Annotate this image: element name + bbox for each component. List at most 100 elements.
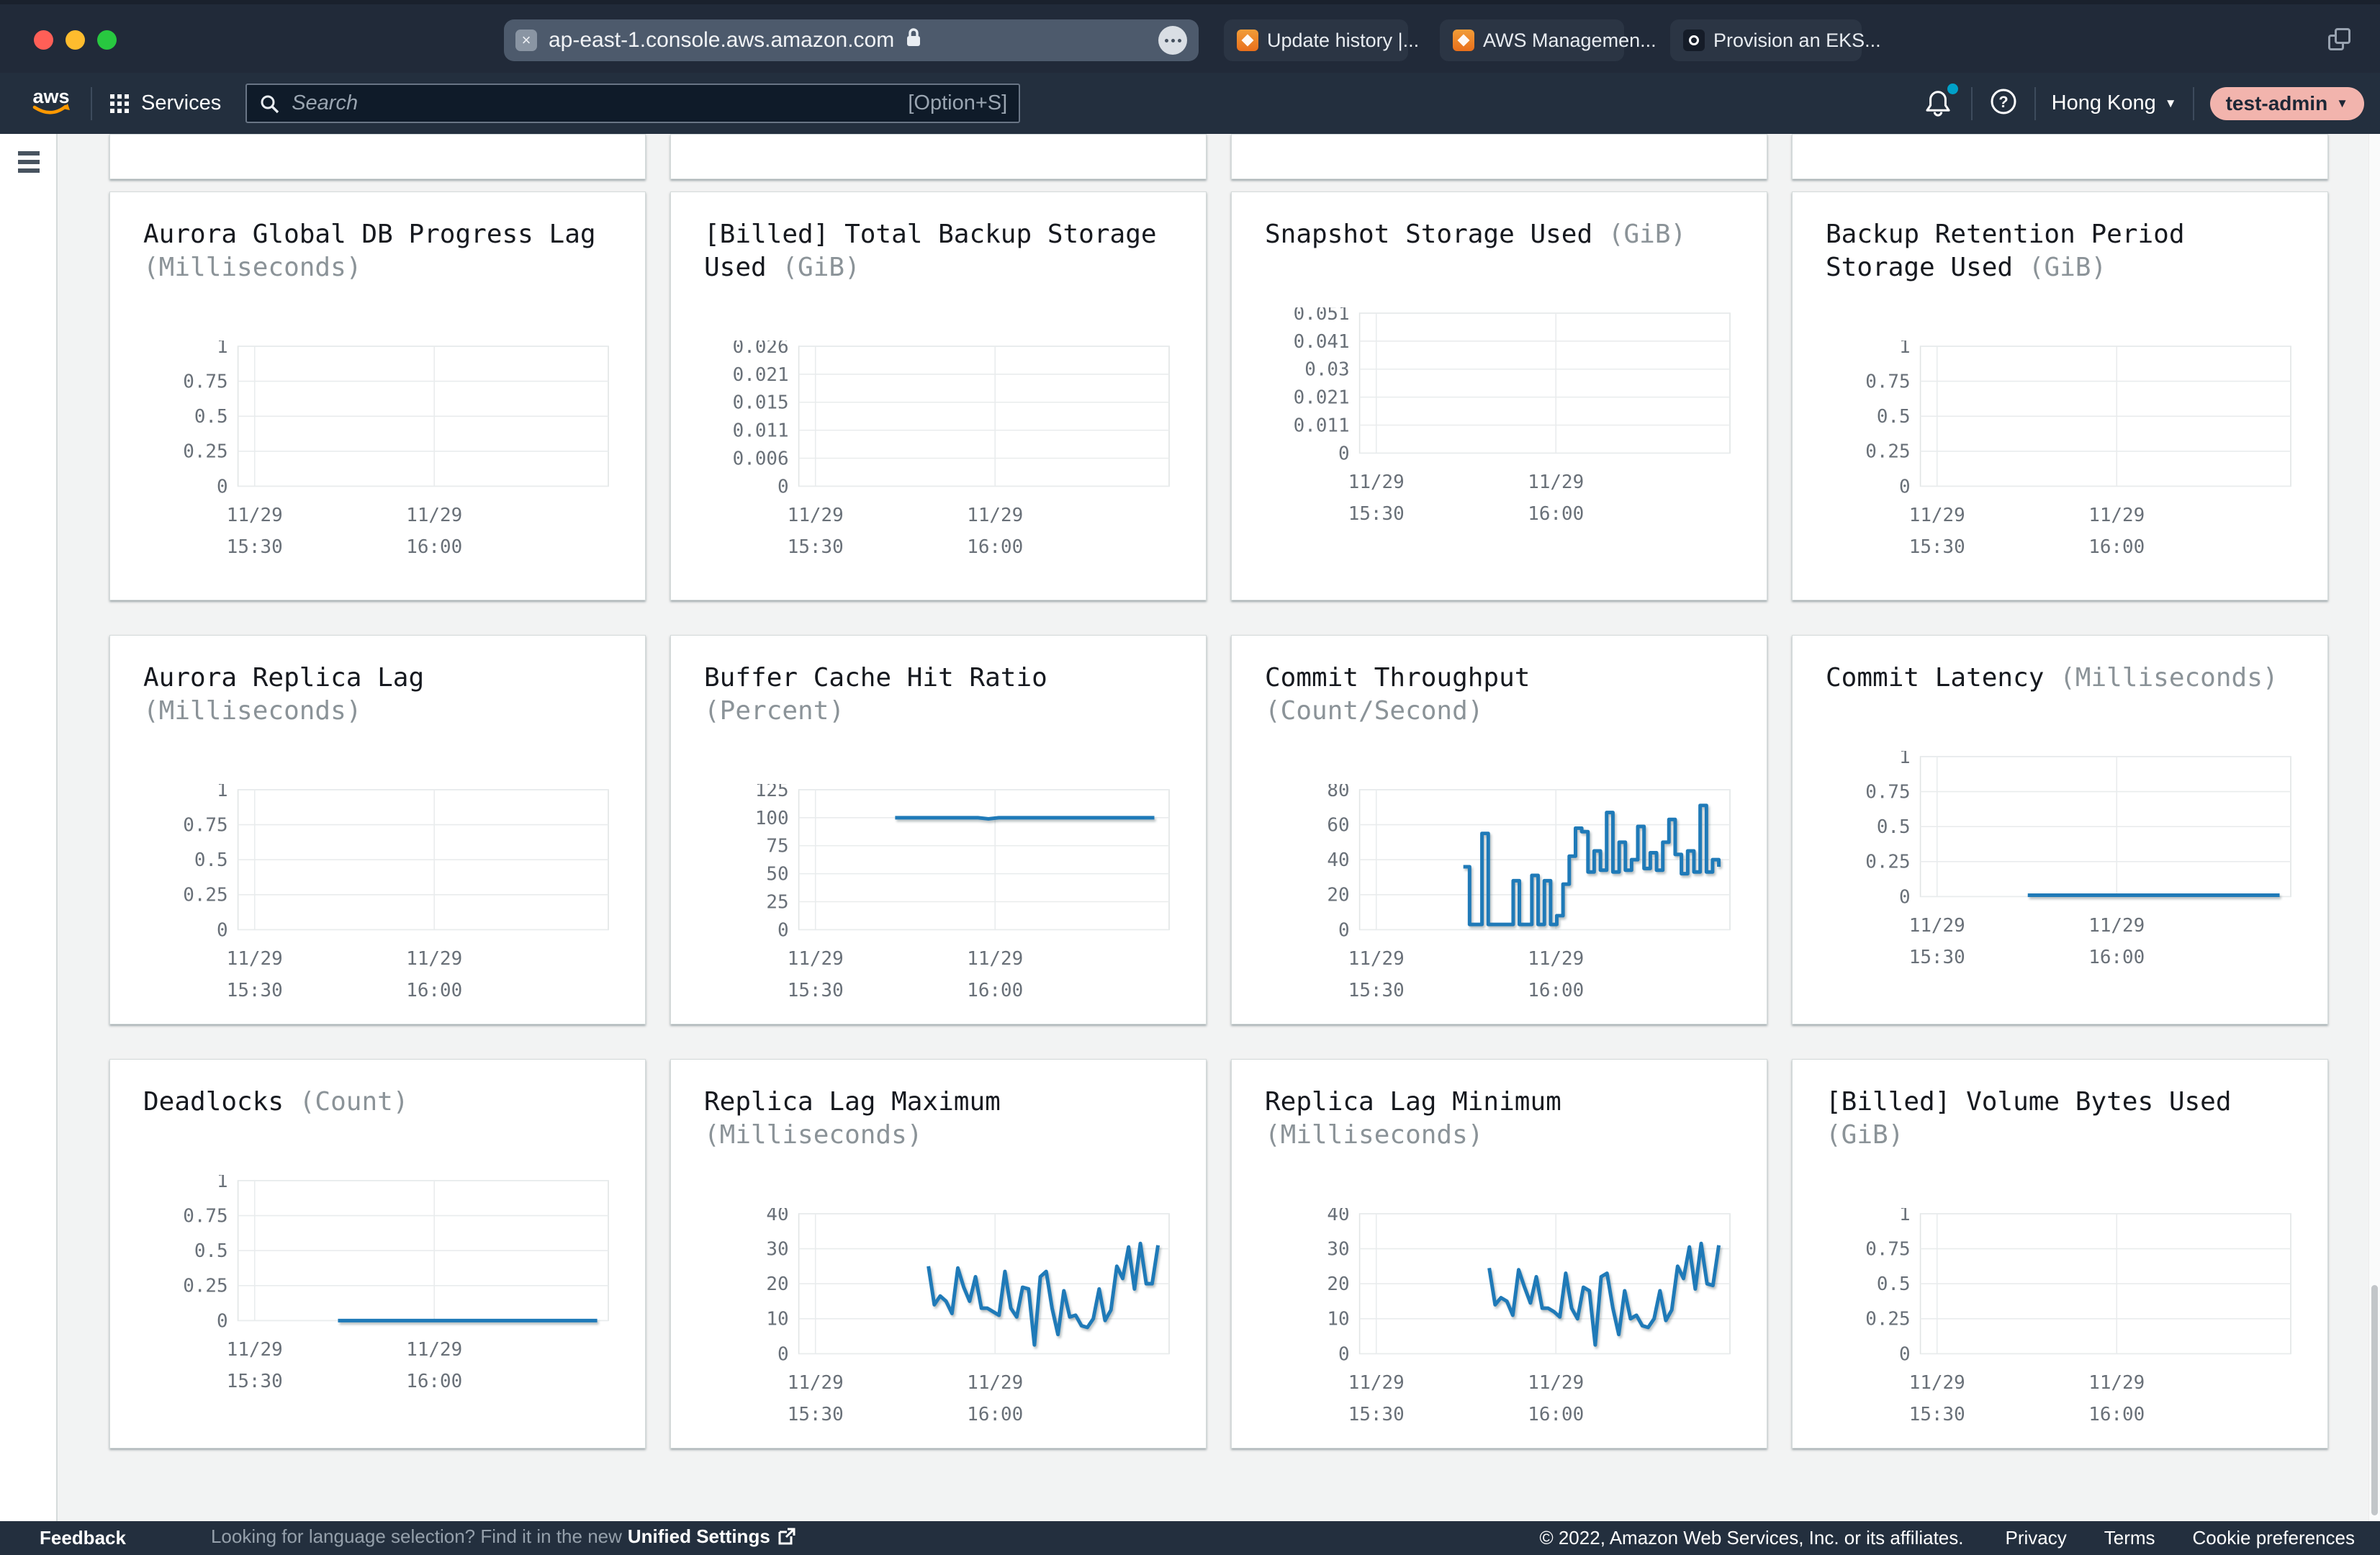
y-axis-tick-label: 0.75 (183, 1206, 227, 1227)
chart-title: Commit Throughput (Count/Second) (1265, 662, 1734, 728)
url-text: ap-east-1.console.aws.amazon.com (549, 28, 894, 53)
bookmark-label: Provision an EKS... (1713, 30, 1881, 52)
y-axis-tick-label: 1 (1899, 1208, 1911, 1225)
y-axis-tick-label: 0.03 (1304, 359, 1349, 381)
chart-card[interactable]: Commit Latency (Milliseconds) 10.750.50.… (1792, 635, 2328, 1024)
region-selector[interactable]: Hong Kong ▼ (2052, 91, 2177, 115)
bookmark-tab-aws-management[interactable]: AWS Managemen... (1440, 19, 1624, 61)
x-axis-tick-time: 15:30 (788, 536, 844, 558)
y-axis-tick-label: 0.021 (1294, 387, 1350, 409)
window-zoom-button[interactable] (97, 30, 117, 50)
chart-card-cutoff[interactable] (1231, 134, 1767, 179)
x-axis-tick-date: 11/29 (227, 948, 283, 970)
extensions-ellipsis-icon[interactable] (1158, 26, 1187, 55)
collapsed-sidebar (0, 134, 58, 1521)
x-axis-tick-time: 15:30 (1909, 536, 1965, 558)
chart-card[interactable]: Aurora Global DB Progress Lag (Milliseco… (109, 191, 646, 600)
x-axis-tick-date: 11/29 (406, 948, 462, 970)
window-close-button[interactable] (34, 30, 53, 50)
tab-overview-icon[interactable] (2328, 28, 2354, 54)
page-content: Aurora Global DB Progress Lag (Milliseco… (0, 134, 2380, 1521)
metric-line (1464, 806, 1719, 924)
help-button[interactable]: ? (1988, 86, 2019, 120)
y-axis-tick-label: 0.006 (733, 448, 789, 469)
address-bar[interactable]: × ap-east-1.console.aws.amazon.com (504, 19, 1199, 61)
metric-line (929, 1243, 1158, 1345)
y-axis-tick-label: 0.011 (1294, 415, 1350, 436)
scrollbar-track[interactable] (2368, 134, 2380, 1521)
header-divider (2193, 87, 2194, 120)
y-axis-tick-label: 10 (1327, 1309, 1349, 1330)
y-axis-tick-label: 0.75 (1865, 371, 1910, 393)
y-axis-tick-label: 1 (1899, 751, 1911, 768)
bookmark-tab-update-history[interactable]: Update history |... (1224, 19, 1408, 61)
chart-card-cutoff[interactable] (670, 134, 1207, 179)
chart-unit: (Milliseconds) (704, 1120, 922, 1150)
cookie-preferences-link[interactable]: Cookie preferences (2193, 1527, 2355, 1549)
x-axis-tick-time: 16:00 (2088, 1404, 2145, 1425)
chart-card[interactable]: Aurora Replica Lag (Milliseconds) 10.750… (109, 635, 646, 1024)
chevron-down-icon: ▼ (2165, 96, 2177, 111)
services-label: Services (141, 91, 221, 115)
y-axis-tick-label: 50 (766, 864, 788, 885)
chart-card[interactable]: Commit Throughput (Count/Second) 8060402… (1231, 635, 1767, 1024)
aws-logo[interactable]: aws (27, 86, 75, 121)
y-axis-tick-label: 0.75 (1865, 1239, 1910, 1261)
chart-plot: 40302010011/2915:3011/2916:00 (1265, 1208, 1734, 1430)
header-divider (1971, 87, 1973, 120)
x-axis-tick-time: 15:30 (1348, 1404, 1405, 1425)
bookmark-tab-provision-eks[interactable]: Provision an EKS... (1670, 19, 1862, 61)
y-axis-tick-label: 20 (1327, 1274, 1349, 1295)
chart-plot: 10.750.50.25011/2915:3011/2916:00 (1826, 341, 2294, 563)
search-input[interactable] (290, 91, 898, 116)
chart-card[interactable]: [Billed] Volume Bytes Used (GiB) 10.750.… (1792, 1059, 2328, 1448)
chart-unit: (Milliseconds) (143, 253, 361, 282)
chart-title-text: Commit Latency (1826, 663, 2060, 693)
search-box[interactable]: [Option+S] (245, 84, 1020, 123)
chart-unit: (Milliseconds) (1265, 1120, 1483, 1150)
notifications-bell-button[interactable] (1924, 88, 1955, 120)
chart-card[interactable]: Snapshot Storage Used (GiB) 0.0510.0410.… (1231, 191, 1767, 600)
y-axis-tick-label: 125 (755, 784, 789, 801)
chart-title-text: [Billed] Total Backup Storage Used (704, 220, 1157, 282)
unified-settings-link[interactable]: Unified Settings (628, 1525, 770, 1547)
y-axis-tick-label: 0.051 (1294, 307, 1350, 325)
privacy-link[interactable]: Privacy (2006, 1527, 2067, 1549)
chart-plot: 10.750.50.25011/2915:3011/2916:00 (1826, 1208, 2294, 1430)
x-axis-tick-time: 16:00 (406, 1371, 462, 1392)
terms-link[interactable]: Terms (2104, 1527, 2155, 1549)
hamburger-menu-icon[interactable] (18, 151, 40, 177)
feedback-link[interactable]: Feedback (40, 1527, 126, 1549)
services-menu-button[interactable]: Services (108, 91, 221, 115)
y-axis-tick-label: 0 (777, 919, 789, 941)
chart-title: Aurora Global DB Progress Lag (Milliseco… (143, 218, 612, 284)
y-axis-tick-label: 0.25 (183, 885, 227, 906)
window-minimize-button[interactable] (66, 30, 85, 50)
chart-card-cutoff[interactable] (109, 134, 646, 179)
x-axis-tick-time: 16:00 (967, 980, 1023, 1001)
x-axis-tick-date: 11/29 (2088, 915, 2145, 937)
y-axis-tick-label: 0.25 (1865, 441, 1910, 463)
plot-border (799, 346, 1169, 486)
chart-title-text: Snapshot Storage Used (1265, 220, 1608, 249)
aws-favicon-icon (1237, 30, 1258, 51)
x-axis-tick-time: 16:00 (1528, 980, 1584, 1001)
account-menu-button[interactable]: test-admin ▼ (2210, 87, 2364, 120)
chart-card[interactable]: Replica Lag Maximum (Milliseconds) 40302… (670, 1059, 1207, 1448)
chart-title-text: Aurora Replica Lag (143, 663, 424, 693)
chart-title: Aurora Replica Lag (Milliseconds) (143, 662, 612, 728)
y-axis-tick-label: 0.5 (194, 1240, 228, 1262)
chart-card[interactable]: Buffer Cache Hit Ratio (Percent) 1251007… (670, 635, 1207, 1024)
y-axis-tick-label: 0.75 (183, 371, 227, 393)
y-axis-tick-label: 30 (1327, 1239, 1349, 1261)
chart-card[interactable]: Replica Lag Minimum (Milliseconds) 40302… (1231, 1059, 1767, 1448)
x-axis-tick-date: 11/29 (1528, 948, 1584, 970)
y-axis-tick-label: 100 (755, 808, 789, 829)
x-axis-tick-date: 11/29 (1348, 1372, 1405, 1394)
chart-card[interactable]: Deadlocks (Count) 10.750.50.25011/2915:3… (109, 1059, 646, 1448)
scrollbar-thumb[interactable] (2371, 1285, 2378, 1515)
chart-card-cutoff[interactable] (1792, 134, 2328, 179)
x-axis-tick-date: 11/29 (788, 505, 844, 526)
chart-card[interactable]: [Billed] Total Backup Storage Used (GiB)… (670, 191, 1207, 600)
chart-card[interactable]: Backup Retention Period Storage Used (Gi… (1792, 191, 2328, 600)
